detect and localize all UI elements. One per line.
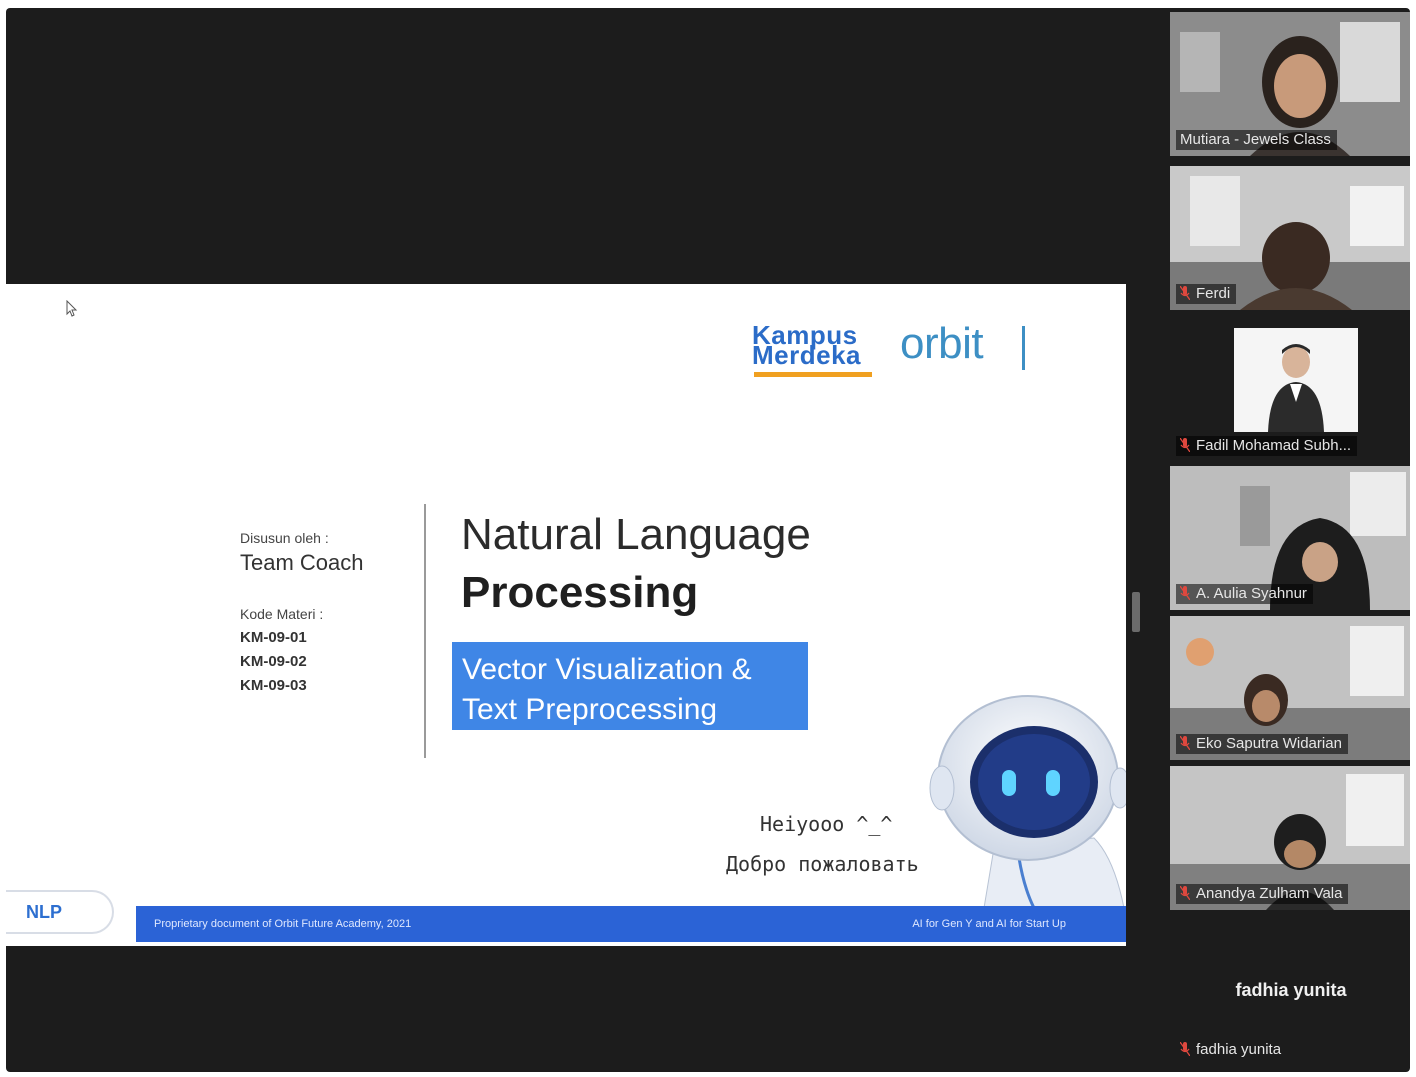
code-item: KM-09-01 bbox=[240, 629, 307, 646]
participant-name-text: Mutiara - Jewels Class bbox=[1180, 131, 1331, 148]
mic-muted-icon bbox=[1180, 736, 1190, 750]
code-label: Kode Materi : bbox=[240, 606, 324, 622]
participant-name-text: fadhia yunita bbox=[1196, 1041, 1282, 1058]
participant-name: Anandya Zulham Vala bbox=[1176, 884, 1349, 904]
participant-tile[interactable]: Eko Saputra Widarian bbox=[1170, 616, 1410, 760]
mic-muted-icon bbox=[1180, 1042, 1190, 1056]
slide-meta: Disusun oleh : Team Coach Kode Materi : … bbox=[240, 530, 410, 698]
participant-name: fadhia yunita bbox=[1176, 1040, 1287, 1060]
nlp-badge-text: NLP bbox=[26, 902, 62, 922]
participant-name-text: Fadil Mohamad Subh... bbox=[1196, 437, 1352, 454]
mic-muted-icon bbox=[1180, 438, 1190, 452]
participant-name: Mutiara - Jewels Class bbox=[1176, 130, 1337, 150]
participant-tile[interactable]: fadhia yunita fadhia yunita bbox=[1170, 922, 1410, 1066]
code-item: KM-09-02 bbox=[240, 653, 307, 670]
participant-name: Eko Saputra Widarian bbox=[1176, 734, 1348, 754]
participant-name-text: Anandya Zulham Vala bbox=[1196, 885, 1343, 902]
footer-right-text: AI for Gen Y and AI for Start Up bbox=[912, 918, 1066, 930]
panel-resize-handle[interactable] bbox=[1132, 592, 1140, 632]
slide-subtitle-box: Vector Visualization & Text Preprocessin… bbox=[452, 642, 808, 730]
participant-tile[interactable]: Ferdi bbox=[1170, 166, 1410, 310]
participant-tile[interactable]: Anandya Zulham Vala bbox=[1170, 766, 1410, 910]
participant-name-text: A. Aulia Syahnur bbox=[1196, 585, 1307, 602]
participant-tile[interactable]: Mutiara - Jewels Class bbox=[1170, 12, 1410, 156]
author-label: Disusun oleh : bbox=[240, 530, 329, 546]
footer-left-text: Proprietary document of Orbit Future Aca… bbox=[154, 918, 412, 930]
slide-subtitle-line2: Text Preprocessing bbox=[462, 693, 718, 726]
participant-avatar bbox=[1234, 328, 1358, 432]
code-item: KM-09-03 bbox=[240, 677, 307, 694]
participant-tile[interactable]: Fadil Mohamad Subh... bbox=[1170, 318, 1410, 462]
slide-title-line1: Natural Language bbox=[461, 510, 811, 559]
slide-footer: Proprietary document of Orbit Future Aca… bbox=[136, 906, 1126, 942]
participant-tile[interactable]: A. Aulia Syahnur bbox=[1170, 466, 1410, 610]
mic-muted-icon bbox=[1180, 586, 1190, 600]
greeting-line1: Heiyooo ^_^ bbox=[760, 812, 893, 836]
kampus-logo-stripe bbox=[754, 372, 872, 377]
slide-subtitle-line1: Vector Visualization & bbox=[462, 653, 752, 686]
robot-mascot-icon bbox=[929, 695, 1126, 908]
meeting-window: Kampus Merdeka orbit Disusun oleh : Team… bbox=[6, 8, 1410, 1072]
greeting-line2: Добро пожаловать bbox=[726, 852, 919, 876]
orbit-logo: orbit bbox=[900, 322, 1080, 386]
slide-title-line2: Processing bbox=[461, 568, 699, 617]
mic-muted-icon bbox=[1180, 886, 1190, 900]
participant-name-text: Ferdi bbox=[1196, 285, 1231, 302]
slide-logos: Kampus Merdeka orbit bbox=[752, 322, 1082, 392]
slide-divider bbox=[424, 504, 426, 758]
nlp-badge: NLP bbox=[6, 890, 114, 934]
participant-name: Fadil Mohamad Subh... bbox=[1176, 436, 1358, 456]
mouse-cursor-icon bbox=[66, 300, 78, 317]
orbit-logo-divider bbox=[1022, 326, 1025, 370]
participant-display-name: fadhia yunita bbox=[1235, 980, 1347, 1000]
shared-screen[interactable]: Kampus Merdeka orbit Disusun oleh : Team… bbox=[6, 284, 1126, 946]
author-value: Team Coach bbox=[240, 550, 364, 575]
participant-name: Ferdi bbox=[1176, 284, 1237, 304]
kampus-merdeka-logo: Kampus Merdeka bbox=[752, 322, 876, 386]
orbit-logo-text: orbit bbox=[900, 319, 984, 368]
mic-muted-icon bbox=[1180, 286, 1190, 300]
participant-name-text: Eko Saputra Widarian bbox=[1196, 735, 1342, 752]
merdeka-logo-text: Merdeka bbox=[752, 340, 861, 370]
participant-name: A. Aulia Syahnur bbox=[1176, 584, 1313, 604]
